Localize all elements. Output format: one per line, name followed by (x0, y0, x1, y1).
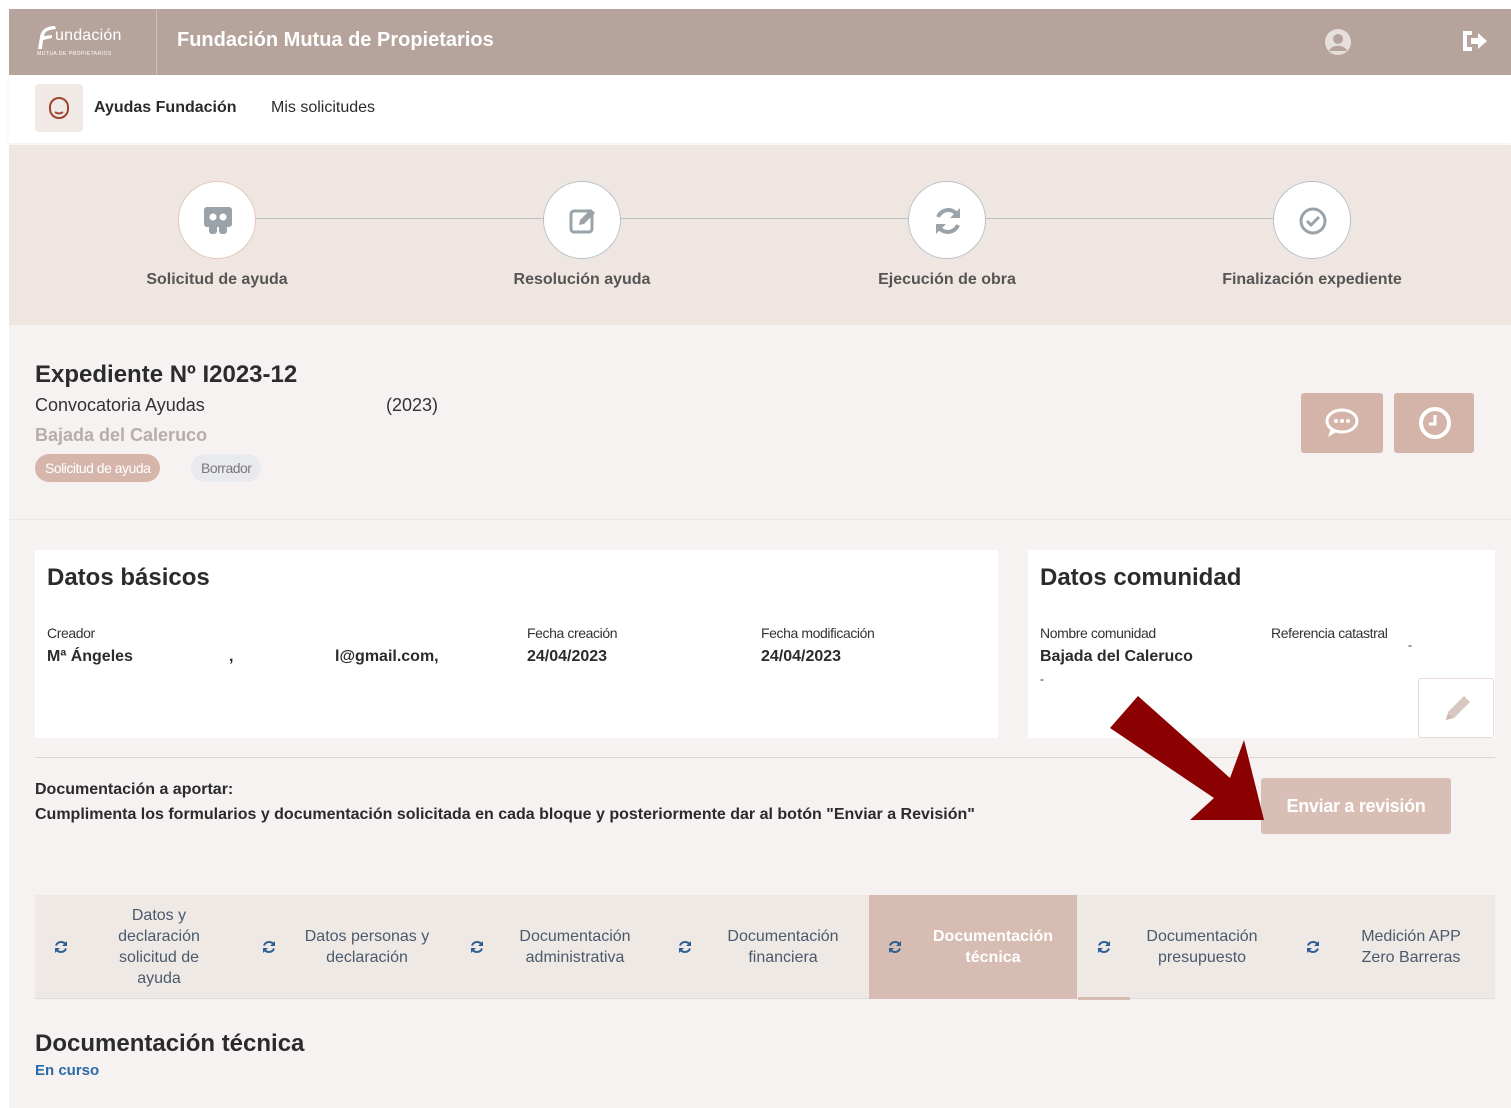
step-ejecucion-circle[interactable] (908, 181, 986, 259)
tab-documentacion-presupuesto[interactable]: Documentación presupuesto (1078, 895, 1286, 999)
step-connector (621, 218, 908, 219)
annotation-arrow-icon (1110, 696, 1264, 820)
tab-medicion-app[interactable]: Medición APP Zero Barreras (1287, 895, 1495, 999)
enviar-revision-button[interactable]: Enviar a revisión (1261, 778, 1451, 834)
history-button[interactable] (1394, 393, 1474, 453)
expediente-location: Bajada del Caleruco (35, 425, 208, 445)
logout-icon[interactable] (1459, 26, 1489, 56)
tab-label: Medición APP Zero Barreras (1361, 928, 1461, 966)
creador-separator: , (229, 648, 234, 665)
logo-text: undación (55, 27, 122, 44)
step-label: Ejecución de obra (878, 271, 1016, 288)
fecha-creacion-value: 24/04/2023 (527, 648, 608, 665)
refresh-icon (471, 941, 483, 953)
section-title: Documentación técnica (35, 1030, 305, 1057)
tab-documentacion-financiera[interactable]: Documentación financiera (659, 895, 867, 999)
process-stepper: Solicitud de ayuda Resolución ayuda Ejec… (9, 145, 1511, 325)
home-icon (49, 97, 69, 119)
tab-documentacion-tecnica[interactable]: Documentación técnica (869, 895, 1077, 999)
fundacion-logo[interactable]: undación MUTUA DE PROPIETARIOS (9, 9, 157, 75)
pencil-icon (1446, 696, 1470, 720)
nombre-comunidad-label: Nombre comunidad (1040, 625, 1156, 641)
section-divider (35, 757, 1495, 758)
user-avatar-icon[interactable] (1325, 29, 1351, 55)
expediente-title: Expediente Nº I2023-12 (35, 361, 298, 388)
tab-datos-personas[interactable]: Datos personas y declaración (243, 895, 451, 999)
step-label: Finalización expediente (1222, 271, 1402, 288)
chat-bubble-icon (1325, 408, 1359, 437)
refresh-icon (1098, 941, 1110, 953)
creador-label: Creador (47, 625, 95, 641)
referencia-catastral-label: Referencia catastral (1271, 625, 1388, 641)
clock-icon (1419, 407, 1451, 439)
step-connector (256, 218, 543, 219)
nav-ayudas-fundacion[interactable]: Ayudas Fundación (94, 99, 237, 117)
user-icon (1329, 34, 1347, 51)
phase-badge: Solicitud de ayuda (35, 454, 161, 482)
referencia-catastral-value: - (1408, 638, 1412, 652)
refresh-icon (263, 941, 275, 953)
tab-datos-declaracion[interactable]: Datos y declaración solicitud de ayuda (35, 895, 243, 999)
step-label: Resolución ayuda (513, 271, 651, 288)
nav-mis-solicitudes[interactable]: Mis solicitudes (271, 99, 375, 117)
refresh-icon (55, 941, 67, 953)
users-icon (204, 207, 232, 234)
datos-basicos-title: Datos básicos (47, 564, 210, 591)
app-header: undación MUTUA DE PROPIETARIOS Fundación… (9, 9, 1511, 75)
fecha-creacion-label: Fecha creación (527, 625, 618, 641)
step-label: Solicitud de ayuda (146, 271, 288, 288)
refresh-icon (936, 208, 960, 234)
step-connector (986, 218, 1273, 219)
creador-name: Mª Ángeles (47, 648, 133, 665)
home-button[interactable] (35, 84, 83, 132)
expediente-header: Expediente Nº I2023-12 Convocatoria Ayud… (9, 325, 1511, 520)
creador-email: l@gmail.com, (335, 648, 439, 665)
section-status: En curso (35, 1062, 100, 1079)
tab-documentacion-administrativa[interactable]: Documentación administrativa (451, 895, 659, 999)
tab-label: Datos y declaración solicitud de ayuda (118, 907, 200, 987)
datos-comunidad-title: Datos comunidad (1040, 564, 1242, 591)
fecha-modificacion-value: 24/04/2023 (761, 648, 842, 665)
step-resolucion-circle[interactable] (543, 181, 621, 259)
logo-subtext: MUTUA DE PROPIETARIOS (37, 51, 112, 57)
refresh-icon (679, 941, 691, 953)
convocatoria-year: (2023) (386, 395, 439, 415)
edit-icon (569, 209, 595, 234)
app-title: Fundación Mutua de Propietarios (177, 29, 494, 51)
documentacion-title: Documentación a aportar: (35, 781, 234, 798)
documentacion-description: Cumplimenta los formularios y documentac… (35, 806, 975, 823)
tab-label: Documentación administrativa (519, 928, 631, 966)
comunidad-extra-value: - (1040, 672, 1044, 686)
nombre-comunidad-value: Bajada del Caleruco (1040, 648, 1193, 665)
step-finalizacion-circle[interactable] (1273, 181, 1351, 259)
step-solicitud-circle[interactable] (178, 181, 256, 259)
edit-comunidad-button[interactable] (1418, 678, 1494, 738)
comments-button[interactable] (1301, 393, 1383, 453)
documentation-tabs: Datos y declaración solicitud de ayuda D… (35, 895, 1495, 999)
tab-underline (1078, 997, 1130, 1000)
fecha-modificacion-label: Fecha modificación (761, 625, 875, 641)
convocatoria-text: Convocatoria Ayudas (35, 395, 205, 415)
tab-label: Documentación técnica (932, 928, 1053, 966)
main-nav: Ayudas Fundación Mis solicitudes (9, 75, 1511, 143)
refresh-icon (1307, 941, 1319, 953)
datos-basicos-card: Datos básicos Creador Mª Ángeles , l@gma… (35, 550, 998, 738)
tab-label: Documentación presupuesto (1146, 928, 1258, 966)
tab-label: Datos personas y declaración (304, 928, 430, 966)
check-circle-icon (1299, 207, 1327, 235)
tab-label: Documentación financiera (727, 928, 839, 966)
refresh-icon (889, 941, 901, 953)
status-badge: Borrador (191, 454, 262, 482)
